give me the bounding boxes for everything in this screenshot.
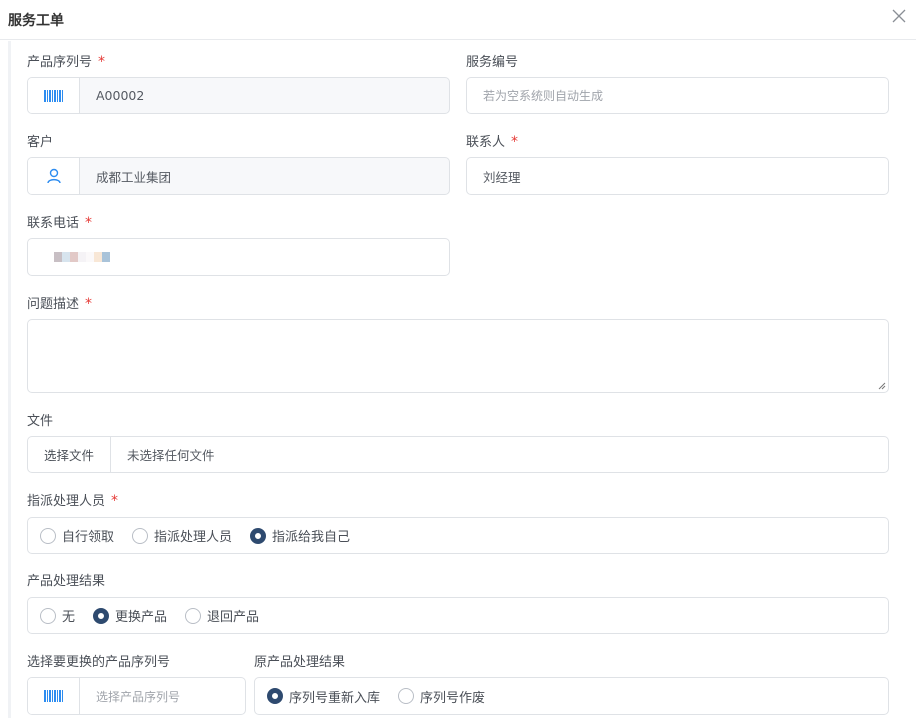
radio-none[interactable]: 无 [40, 606, 75, 625]
required-mark: * [85, 296, 93, 312]
radio-replace-product[interactable]: 更换产品 [93, 606, 167, 625]
result-label: 产品处理结果 [27, 574, 106, 589]
service-order-dialog: 服务工单 产品序列号 * A00002 服务编号 若为空系统则自动生成 客户 成… [0, 0, 916, 718]
radio-assign-myself[interactable]: 指派给我自己 [250, 526, 350, 545]
customer-label: 客户 [27, 135, 54, 150]
scroll-edge [8, 41, 11, 718]
radio-circle-icon[interactable] [398, 688, 415, 704]
radio-circle-icon[interactable] [40, 527, 56, 544]
radio-return-product[interactable]: 退回产品 [185, 606, 259, 625]
radio-label: 更换产品 [115, 610, 168, 625]
replace-serial-label: 选择要更换的产品序列号 [27, 655, 171, 670]
file-status: 未选择任何文件 [127, 448, 215, 463]
radio-label: 序列号重新入库 [289, 690, 381, 706]
serial-label: 产品序列号 * [27, 51, 105, 70]
radio-assign-handler[interactable]: 指派处理人员 [132, 526, 232, 545]
contact-label-text: 联系人 [466, 135, 506, 150]
file-label: 文件 [27, 414, 54, 429]
required-mark: * [111, 493, 119, 509]
description-textarea[interactable] [27, 319, 889, 393]
dialog-header: 服务工单 [0, 0, 916, 40]
radio-label: 退回产品 [207, 610, 260, 625]
form-body: 产品序列号 * A00002 服务编号 若为空系统则自动生成 客户 成都工业集团… [8, 41, 916, 718]
barcode-icon[interactable] [28, 678, 80, 714]
replace-serial-field[interactable]: 选择产品序列号 [27, 677, 246, 715]
dialog-title: 服务工单 [8, 12, 64, 29]
radio-label: 序列号作废 [420, 690, 486, 706]
radio-label: 指派给我自己 [272, 530, 351, 545]
description-label: 问题描述 * [27, 293, 92, 312]
required-mark: * [511, 134, 519, 150]
radio-serial-restock[interactable]: 序列号重新入库 [267, 687, 380, 706]
assign-label: 指派处理人员 * [27, 490, 118, 509]
service-no-placeholder: 若为空系统则自动生成 [483, 89, 604, 103]
service-no-input[interactable]: 若为空系统则自动生成 [466, 77, 889, 114]
radio-serial-void[interactable]: 序列号作废 [398, 687, 485, 706]
file-input[interactable]: 选择文件 未选择任何文件 [27, 436, 889, 473]
service-no-label: 服务编号 [466, 55, 519, 70]
replace-serial-placeholder: 选择产品序列号 [96, 689, 181, 704]
result-radio-group: 无 更换产品 退回产品 [27, 597, 889, 634]
radio-selected-icon[interactable] [93, 607, 110, 624]
radio-selected-icon[interactable] [267, 688, 283, 704]
contact-input[interactable]: 刘经理 [466, 157, 889, 195]
resize-handle-icon[interactable] [878, 382, 886, 390]
required-mark: * [85, 215, 93, 231]
assign-label-text: 指派处理人员 [27, 494, 106, 509]
serial-label-text: 产品序列号 [27, 55, 93, 70]
radio-label: 无 [62, 610, 76, 625]
serial-value: A00002 [96, 88, 145, 103]
radio-label: 指派处理人员 [154, 530, 233, 545]
radio-circle-icon[interactable] [185, 607, 202, 624]
phone-value-redacted [28, 252, 110, 262]
required-mark: * [98, 54, 106, 70]
radio-circle-icon[interactable] [132, 527, 149, 544]
choose-file-button[interactable]: 选择文件 [28, 437, 112, 472]
customer-field[interactable]: 成都工业集团 [27, 157, 450, 195]
contact-label: 联系人 * [466, 131, 518, 150]
close-icon[interactable] [890, 7, 908, 25]
radio-circle-icon[interactable] [40, 607, 56, 624]
user-icon[interactable] [28, 158, 80, 194]
description-label-text: 问题描述 [27, 297, 80, 312]
radio-label: 自行领取 [62, 530, 115, 545]
original-result-label: 原产品处理结果 [254, 655, 346, 670]
phone-input[interactable] [27, 238, 450, 276]
customer-value: 成都工业集团 [96, 169, 172, 185]
assign-radio-group: 自行领取 指派处理人员 指派给我自己 [27, 517, 889, 554]
serial-field[interactable]: A00002 [27, 77, 450, 114]
barcode-icon[interactable] [28, 78, 80, 113]
phone-label-text: 联系电话 [27, 216, 80, 231]
contact-value: 刘经理 [483, 169, 521, 185]
radio-selected-icon[interactable] [250, 527, 267, 544]
phone-label: 联系电话 * [27, 212, 92, 231]
original-result-radio-group: 序列号重新入库 序列号作废 [254, 677, 889, 715]
radio-self-claim[interactable]: 自行领取 [40, 526, 114, 545]
